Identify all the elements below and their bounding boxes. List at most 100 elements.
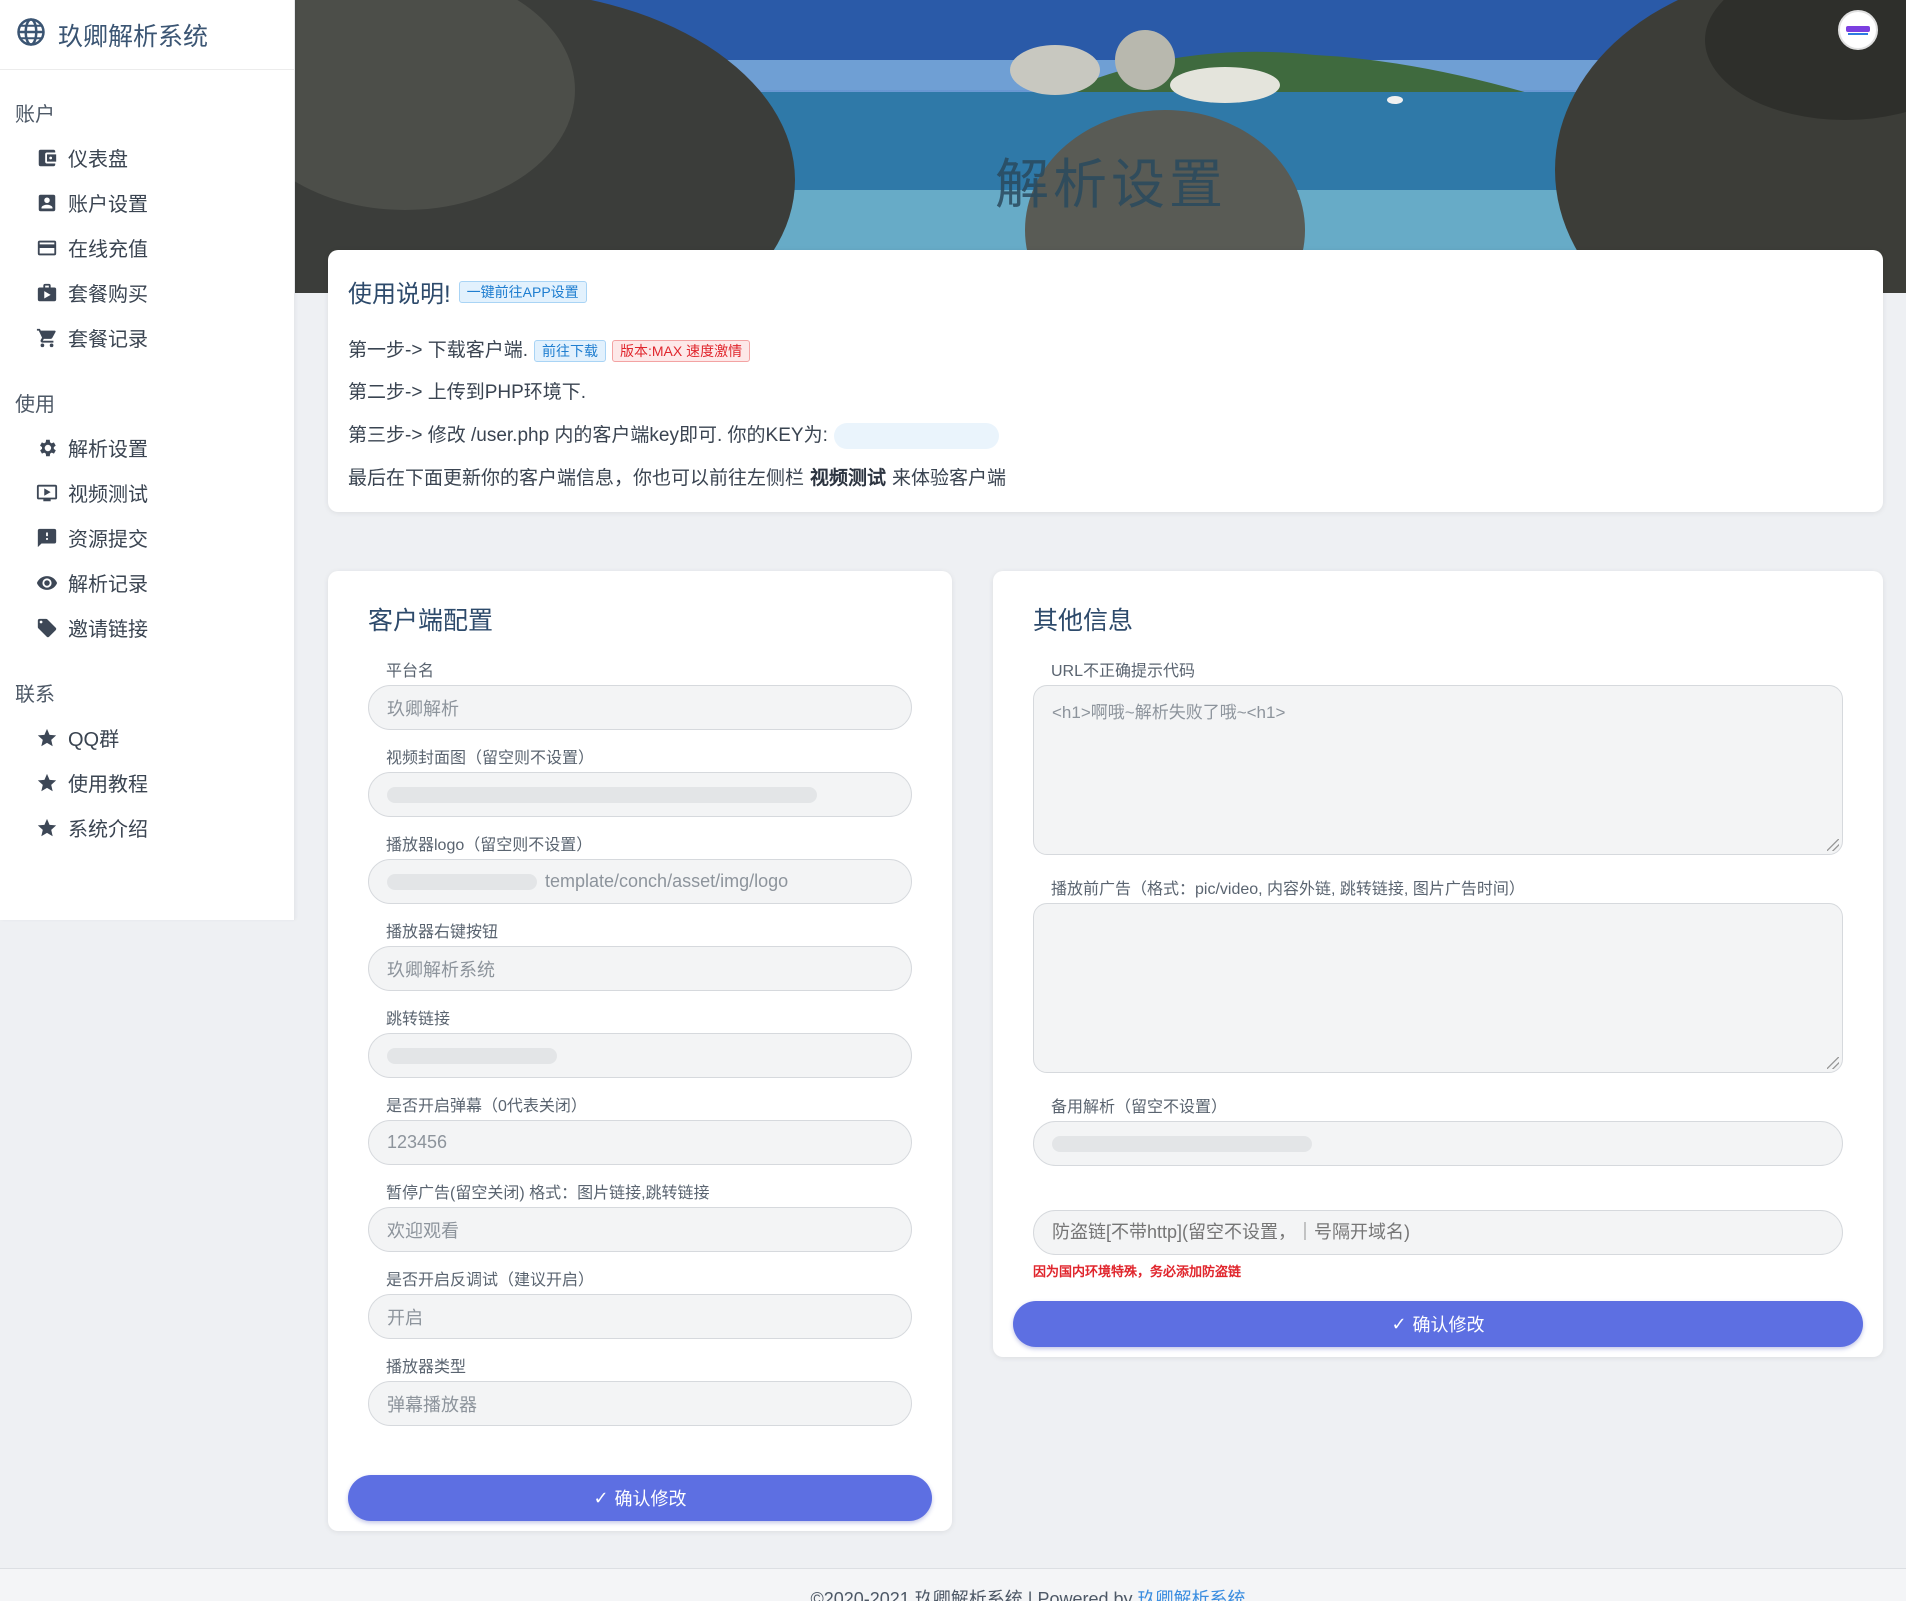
sidebar-item-label: 视频测试 bbox=[68, 484, 148, 506]
url-error-textarea[interactable]: <h1>啊哦~解析失败了哦~<h1> bbox=[1033, 685, 1843, 855]
anti-debug-select[interactable]: 开启 bbox=[368, 1294, 912, 1339]
field-label: 播放器logo（留空则不设置） bbox=[386, 837, 593, 854]
sidebar-item-label: 账户设置 bbox=[68, 194, 148, 216]
sidebar-item-qq-group[interactable]: QQ群 bbox=[0, 715, 294, 760]
step-4: 最后在下面更新你的客户端信息，你也可以前往左侧栏 视频测试 来体验客户端 bbox=[348, 467, 1863, 491]
field-label: 跳转链接 bbox=[386, 1011, 451, 1028]
field-player-logo: 播放器logo（留空则不设置） template/conch/asset/img… bbox=[368, 831, 912, 904]
star-icon bbox=[37, 773, 57, 791]
step-3-text: 第三步-> 修改 /user.php 内的客户端key即可. 你的KEY为: bbox=[348, 425, 828, 446]
app-settings-tag[interactable]: 一键前往APP设置 bbox=[458, 280, 587, 303]
sidebar-item-invite-link[interactable]: 邀请链接 bbox=[0, 605, 294, 650]
sidebar-item-system-intro[interactable]: 系统介绍 bbox=[0, 805, 294, 850]
usage-card: 使用说明! 一键前往APP设置 第一步-> 下载客户端. 前往下载 版本:MAX… bbox=[328, 250, 1883, 512]
sidebar-item-account-settings[interactable]: 账户设置 bbox=[0, 180, 294, 225]
redacted-value bbox=[387, 1047, 557, 1064]
pause-ad-input[interactable]: 欢迎观看 bbox=[368, 1207, 912, 1252]
sidebar-item-label: 在线充值 bbox=[68, 239, 148, 261]
footer: ©2020-2021 玖卿解析系统 | Powered by 玖卿解析系统 bbox=[0, 1568, 1906, 1601]
sidebar-item-dashboard[interactable]: 仪表盘 bbox=[0, 135, 294, 180]
field-redirect-link: 跳转链接 bbox=[368, 1005, 912, 1078]
anti-leech-input[interactable] bbox=[1033, 1210, 1843, 1255]
redirect-link-input[interactable] bbox=[368, 1033, 912, 1078]
page-title: 解析设置 bbox=[995, 155, 1227, 215]
gear-icon bbox=[40, 439, 56, 456]
field-label: 备用解析（留空不设置） bbox=[1051, 1099, 1228, 1116]
star-icon bbox=[37, 818, 57, 836]
player-logo-input[interactable]: template/conch/asset/img/logo bbox=[368, 859, 912, 904]
user-key-value bbox=[833, 423, 999, 449]
section-title-contact: 联系 bbox=[15, 684, 55, 706]
account-box-icon bbox=[38, 194, 56, 211]
context-menu-input[interactable]: 玖卿解析系统 bbox=[368, 946, 912, 991]
field-label: 播放器类型 bbox=[386, 1359, 467, 1376]
sidebar-item-label: 套餐购买 bbox=[68, 284, 148, 306]
check-icon: ✓ bbox=[593, 1487, 609, 1508]
bag-icon bbox=[37, 283, 57, 301]
sidebar-item-video-test[interactable]: 视频测试 bbox=[0, 470, 294, 515]
client-config-submit-button[interactable]: ✓ 确认修改 bbox=[348, 1475, 932, 1521]
feedback-icon bbox=[37, 528, 57, 547]
danmaku-input[interactable]: 123456 bbox=[368, 1120, 912, 1165]
submit-label: 确认修改 bbox=[1412, 1315, 1485, 1335]
usage-steps: 第一步-> 下载客户端. 前往下载 版本:MAX 速度激情 第二步-> 上传到P… bbox=[348, 339, 1863, 491]
brand-title: 玖卿解析系统 bbox=[58, 22, 209, 51]
player-logo-value: template/conch/asset/img/logo bbox=[545, 871, 789, 891]
sidebar-item-recharge[interactable]: 在线充值 bbox=[0, 225, 294, 270]
field-backup-parse: 备用解析（留空不设置） bbox=[1033, 1093, 1843, 1166]
field-label: 是否开启反调试（建议开启） bbox=[386, 1272, 595, 1289]
field-anti-debug: 是否开启反调试（建议开启） 开启 bbox=[368, 1266, 912, 1339]
brand[interactable]: 玖卿解析系统 bbox=[0, 0, 294, 70]
platform-name-input[interactable]: 玖卿解析 bbox=[368, 685, 912, 730]
sidebar-item-label: 套餐记录 bbox=[68, 329, 148, 351]
check-icon: ✓ bbox=[1391, 1313, 1407, 1334]
sidebar-item-label: 资源提交 bbox=[68, 529, 148, 551]
sidebar-item-parse-records[interactable]: 解析记录 bbox=[0, 560, 294, 605]
other-info-card: 其他信息 URL不正确提示代码 <h1>啊哦~解析失败了哦~<h1> 播放前广告… bbox=[993, 571, 1883, 1357]
download-tag[interactable]: 前往下载 bbox=[533, 340, 606, 362]
tag-icon bbox=[37, 618, 57, 637]
star-icon bbox=[37, 728, 57, 746]
field-label: 播放器右键按钮 bbox=[386, 924, 499, 941]
usage-title-row: 使用说明! 一键前往APP设置 bbox=[348, 274, 1863, 309]
section-title-use: 使用 bbox=[15, 394, 55, 416]
footer-link[interactable]: 玖卿解析系统 bbox=[1138, 1589, 1246, 1601]
sidebar-item-parse-settings[interactable]: 解析设置 bbox=[0, 425, 294, 470]
sidebar-item-label: 解析记录 bbox=[68, 574, 148, 596]
avatar[interactable] bbox=[1838, 10, 1878, 50]
sidebar-item-label: 解析设置 bbox=[68, 439, 148, 461]
preroll-ad-textarea[interactable] bbox=[1033, 903, 1843, 1073]
credit-card-icon bbox=[37, 240, 57, 255]
video-cover-input[interactable] bbox=[368, 772, 912, 817]
sidebar-item-label: QQ群 bbox=[68, 729, 120, 751]
field-label: 平台名 bbox=[386, 663, 435, 680]
field-label: 视频封面图（留空则不设置） bbox=[386, 750, 595, 767]
user-avatar-icon bbox=[1843, 15, 1873, 45]
other-info-submit-button[interactable]: ✓ 确认修改 bbox=[1013, 1301, 1863, 1347]
sidebar-item-tutorial[interactable]: 使用教程 bbox=[0, 760, 294, 805]
redacted-value bbox=[1052, 1135, 1312, 1152]
sidebar-item-plan-records[interactable]: 套餐记录 bbox=[0, 315, 294, 360]
sidebar-item-label: 邀请链接 bbox=[68, 619, 148, 641]
backup-parse-input[interactable] bbox=[1033, 1121, 1843, 1166]
field-label: 暂停广告(留空关闭) 格式：图片链接,跳转链接 bbox=[386, 1185, 710, 1202]
field-label: URL不正确提示代码 bbox=[1051, 663, 1196, 680]
step-4-text: 最后在下面更新你的客户端信息，你也可以前往左侧栏 bbox=[348, 468, 805, 489]
sidebar-item-resource-submit[interactable]: 资源提交 bbox=[0, 515, 294, 560]
redacted-value bbox=[387, 873, 537, 890]
player-type-select[interactable]: 弹幕播放器 bbox=[368, 1381, 912, 1426]
other-info-title: 其他信息 bbox=[1033, 607, 1134, 635]
video-test-link-text: 视频测试 bbox=[810, 468, 887, 489]
field-preroll-ad: 播放前广告（格式：pic/video, 内容外链, 跳转链接, 图片广告时间） bbox=[1033, 875, 1843, 1073]
step-2-text: 第二步-> 上传到PHP环境下. bbox=[348, 382, 587, 403]
field-anti-leech: 因为国内环境特殊，务必添加防盗链 bbox=[1033, 1210, 1843, 1280]
field-pause-ad: 暂停广告(留空关闭) 格式：图片链接,跳转链接 欢迎观看 bbox=[368, 1179, 912, 1252]
globe-icon bbox=[16, 17, 46, 52]
submit-label: 确认修改 bbox=[614, 1489, 687, 1509]
usage-title: 使用说明! bbox=[348, 281, 451, 308]
footer-text: ©2020-2021 玖卿解析系统 | Powered by bbox=[810, 1589, 1133, 1601]
step-4-text-end: 来体验客户端 bbox=[892, 468, 1007, 489]
step-3: 第三步-> 修改 /user.php 内的客户端key即可. 你的KEY为: bbox=[348, 423, 1863, 449]
section-title-account: 账户 bbox=[15, 104, 55, 126]
sidebar-item-buy-plan[interactable]: 套餐购买 bbox=[0, 270, 294, 315]
